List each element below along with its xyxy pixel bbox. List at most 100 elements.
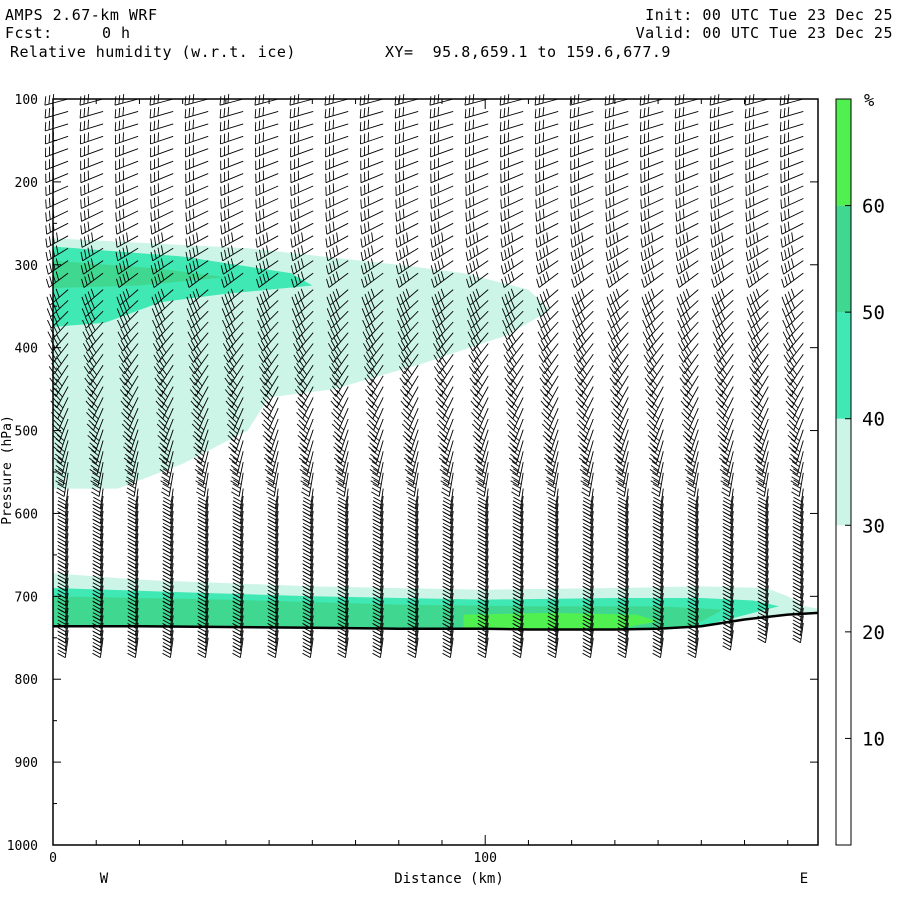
wind-barb [219, 132, 244, 145]
barb-feather [334, 393, 342, 401]
wind-barb [115, 183, 139, 197]
barb-feather [262, 119, 265, 129]
barb-feather [127, 507, 137, 513]
barb-feather [220, 212, 223, 222]
barb-feather [258, 120, 261, 130]
barb-feather [542, 208, 545, 218]
wind-barb [430, 157, 454, 171]
barb-feather [127, 552, 137, 558]
barb-feather [545, 453, 553, 460]
barb-feather [325, 238, 328, 248]
barb-feather [512, 530, 522, 536]
barb-feather [470, 400, 478, 408]
barb-feather [539, 210, 541, 220]
barb-feather [233, 511, 242, 517]
barb-feather [407, 515, 417, 521]
wind-barb [80, 208, 104, 222]
barb-feather [162, 567, 172, 573]
barb-feather [508, 348, 514, 357]
barb-staff [465, 148, 489, 158]
wind-barb [114, 119, 139, 132]
barb-staff [570, 160, 594, 171]
barb-feather [162, 522, 172, 528]
barb-feather [617, 545, 627, 551]
barb-feather [400, 389, 407, 397]
barb-feather [227, 119, 230, 129]
barb-feather [332, 397, 340, 405]
barb-feather [574, 276, 578, 286]
wind-barb [185, 170, 209, 184]
barb-feather [332, 221, 335, 231]
barb-feather [583, 504, 592, 510]
barb-feather [231, 487, 241, 493]
barb-feather [198, 526, 207, 532]
wind-barb [570, 258, 594, 275]
wind-barb [500, 183, 524, 197]
barb-feather [612, 314, 618, 323]
barb-feather [91, 232, 94, 242]
barb-feather [127, 545, 137, 551]
wind-barb [360, 145, 384, 158]
wind-barb [150, 221, 174, 235]
barb-feather [45, 212, 47, 222]
barb-feather [369, 404, 377, 412]
barb-staff [517, 462, 524, 486]
barb-feather [442, 545, 452, 551]
barb-feather [581, 461, 590, 467]
wind-barb [535, 145, 559, 158]
barb-feather [93, 571, 102, 577]
barb-feather [115, 212, 117, 222]
barb-feather [507, 247, 511, 257]
barb-staff [573, 260, 594, 275]
barb-feather [332, 119, 335, 129]
barb-feather [442, 522, 452, 528]
wind-barb [570, 208, 594, 222]
barb-feather [441, 487, 451, 493]
barb-feather [581, 344, 587, 354]
barb-feather [577, 291, 582, 301]
barb-feather [162, 574, 172, 580]
barb-feather [255, 225, 258, 235]
barb-feather [231, 449, 239, 457]
barb-feather [267, 560, 277, 566]
wind-barb [360, 208, 384, 222]
barb-feather [538, 120, 541, 130]
barb-feather [254, 109, 257, 119]
barb-feather [478, 496, 487, 502]
wind-barb [45, 183, 69, 197]
barb-feather [573, 366, 580, 375]
barb-feather [537, 319, 542, 329]
wind-barb [499, 106, 524, 119]
barb-column [429, 94, 454, 658]
barb-feather [614, 382, 621, 390]
wind-barb [80, 196, 104, 209]
barb-feather [615, 322, 621, 331]
barb-feather [617, 582, 627, 588]
barb-feather [436, 374, 443, 383]
barb-feather [128, 534, 137, 540]
barb-feather [437, 247, 441, 257]
barb-feather [265, 438, 274, 446]
barb-feather [612, 385, 619, 394]
barb-staff [608, 272, 629, 288]
barb-feather [613, 370, 620, 379]
barb-feather [611, 374, 618, 383]
barb-feather [302, 522, 312, 528]
barb-feather [430, 251, 434, 261]
barb-feather [579, 442, 588, 449]
barb-feather [545, 271, 550, 281]
wind-barb [605, 258, 629, 275]
wind-barb [500, 221, 524, 235]
barb-feather [302, 560, 312, 566]
barb-feather [337, 582, 347, 588]
barb-feather [188, 120, 191, 130]
barb-feather [542, 314, 548, 323]
barb-feather [547, 500, 557, 506]
barb-feather [233, 579, 242, 585]
barb-feather [437, 397, 445, 405]
barb-feather [371, 378, 378, 387]
barb-feather [303, 571, 312, 577]
barb-feather [114, 122, 117, 132]
barb-feather [404, 442, 412, 449]
barb-feather [398, 120, 401, 130]
